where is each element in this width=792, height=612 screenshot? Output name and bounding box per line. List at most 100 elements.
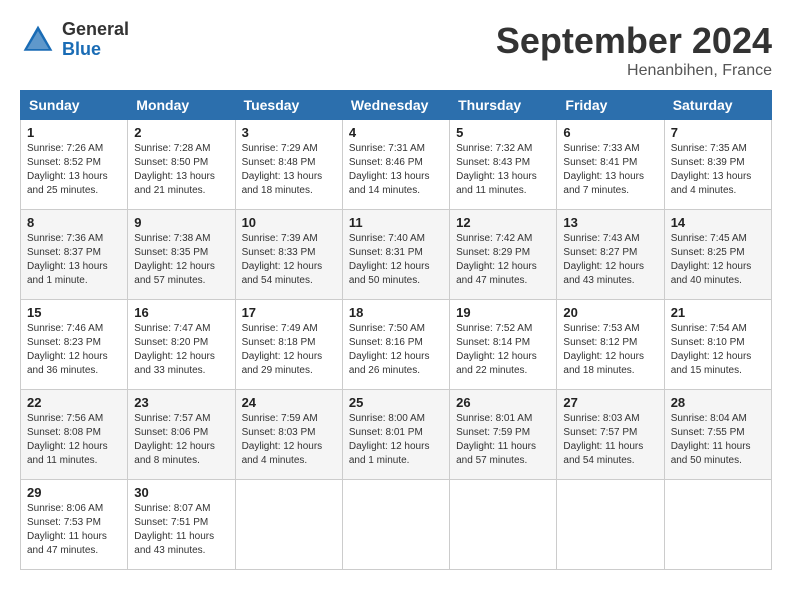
calendar-week-row: 8 Sunrise: 7:36 AM Sunset: 8:37 PM Daylig…	[21, 210, 772, 300]
day-info: Sunrise: 7:49 AM Sunset: 8:18 PM Dayligh…	[242, 322, 336, 378]
calendar-day-cell: 8 Sunrise: 7:36 AM Sunset: 8:37 PM Daylig…	[21, 210, 128, 300]
calendar-day-cell: 28Sunrise: 8:04 AM Sunset: 7:55 PM Dayli…	[664, 390, 771, 480]
day-info: Sunrise: 7:43 AM Sunset: 8:27 PM Dayligh…	[563, 232, 657, 288]
day-number: 14	[671, 215, 765, 230]
day-number: 18	[349, 305, 443, 320]
day-number: 25	[349, 395, 443, 410]
month-title: September 2024	[496, 20, 772, 62]
calendar-day-cell: 11 Sunrise: 7:40 AM Sunset: 8:31 PM Dayli…	[342, 210, 449, 300]
calendar-day-cell: 25 Sunrise: 8:00 AM Sunset: 8:01 PM Dayli…	[342, 390, 449, 480]
day-info: Sunrise: 8:01 AM Sunset: 7:59 PM Dayligh…	[456, 412, 550, 468]
calendar-day-cell: 6 Sunrise: 7:33 AM Sunset: 8:41 PM Daylig…	[557, 120, 664, 210]
day-number: 2	[134, 125, 228, 140]
empty-cell	[557, 480, 664, 570]
day-info: Sunrise: 7:50 AM Sunset: 8:16 PM Dayligh…	[349, 322, 443, 378]
day-info: Sunrise: 7:46 AM Sunset: 8:23 PM Dayligh…	[27, 322, 121, 378]
calendar-week-row: 15 Sunrise: 7:46 AM Sunset: 8:23 PM Dayli…	[21, 300, 772, 390]
location: Henanbihen, France	[496, 62, 772, 80]
day-info: Sunrise: 7:36 AM Sunset: 8:37 PM Dayligh…	[27, 232, 121, 288]
day-info: Sunrise: 7:42 AM Sunset: 8:29 PM Dayligh…	[456, 232, 550, 288]
page-header: General Blue September 2024 Henanbihen, …	[20, 20, 772, 80]
calendar-day-cell: 9 Sunrise: 7:38 AM Sunset: 8:35 PM Daylig…	[128, 210, 235, 300]
day-number: 28	[671, 395, 765, 410]
calendar-week-row: 1Sunrise: 7:26 AM Sunset: 8:52 PM Daylig…	[21, 120, 772, 210]
col-wednesday: Wednesday	[342, 91, 449, 120]
day-number: 20	[563, 305, 657, 320]
col-monday: Monday	[128, 91, 235, 120]
day-info: Sunrise: 7:28 AM Sunset: 8:50 PM Dayligh…	[134, 142, 228, 198]
day-info: Sunrise: 7:47 AM Sunset: 8:20 PM Dayligh…	[134, 322, 228, 378]
logo: General Blue	[20, 20, 129, 60]
empty-cell	[342, 480, 449, 570]
calendar-day-cell: 7Sunrise: 7:35 AM Sunset: 8:39 PM Daylig…	[664, 120, 771, 210]
day-info: Sunrise: 7:54 AM Sunset: 8:10 PM Dayligh…	[671, 322, 765, 378]
calendar-week-row: 29 Sunrise: 8:06 AM Sunset: 7:53 PM Dayli…	[21, 480, 772, 570]
day-info: Sunrise: 7:53 AM Sunset: 8:12 PM Dayligh…	[563, 322, 657, 378]
day-number: 8	[27, 215, 121, 230]
calendar-day-cell: 4 Sunrise: 7:31 AM Sunset: 8:46 PM Daylig…	[342, 120, 449, 210]
day-info: Sunrise: 7:40 AM Sunset: 8:31 PM Dayligh…	[349, 232, 443, 288]
title-block: September 2024 Henanbihen, France	[496, 20, 772, 80]
calendar-day-cell: 21Sunrise: 7:54 AM Sunset: 8:10 PM Dayli…	[664, 300, 771, 390]
calendar-day-cell: 15 Sunrise: 7:46 AM Sunset: 8:23 PM Dayli…	[21, 300, 128, 390]
day-info: Sunrise: 7:33 AM Sunset: 8:41 PM Dayligh…	[563, 142, 657, 198]
calendar-day-cell: 12 Sunrise: 7:42 AM Sunset: 8:29 PM Dayli…	[450, 210, 557, 300]
calendar-day-cell: 16 Sunrise: 7:47 AM Sunset: 8:20 PM Dayli…	[128, 300, 235, 390]
col-saturday: Saturday	[664, 91, 771, 120]
day-number: 12	[456, 215, 550, 230]
calendar-day-cell: 27 Sunrise: 8:03 AM Sunset: 7:57 PM Dayli…	[557, 390, 664, 480]
day-info: Sunrise: 7:59 AM Sunset: 8:03 PM Dayligh…	[242, 412, 336, 468]
calendar-day-cell: 17 Sunrise: 7:49 AM Sunset: 8:18 PM Dayli…	[235, 300, 342, 390]
calendar-day-cell: 29 Sunrise: 8:06 AM Sunset: 7:53 PM Dayli…	[21, 480, 128, 570]
day-info: Sunrise: 7:38 AM Sunset: 8:35 PM Dayligh…	[134, 232, 228, 288]
day-number: 3	[242, 125, 336, 140]
day-number: 4	[349, 125, 443, 140]
calendar-table: Sunday Monday Tuesday Wednesday Thursday…	[20, 90, 772, 570]
calendar-day-cell: 3 Sunrise: 7:29 AM Sunset: 8:48 PM Daylig…	[235, 120, 342, 210]
day-number: 15	[27, 305, 121, 320]
day-number: 27	[563, 395, 657, 410]
day-info: Sunrise: 7:31 AM Sunset: 8:46 PM Dayligh…	[349, 142, 443, 198]
day-number: 19	[456, 305, 550, 320]
day-info: Sunrise: 8:03 AM Sunset: 7:57 PM Dayligh…	[563, 412, 657, 468]
empty-cell	[450, 480, 557, 570]
day-number: 1	[27, 125, 121, 140]
day-number: 6	[563, 125, 657, 140]
day-number: 22	[27, 395, 121, 410]
calendar-day-cell: 1Sunrise: 7:26 AM Sunset: 8:52 PM Daylig…	[21, 120, 128, 210]
calendar-day-cell: 30Sunrise: 8:07 AM Sunset: 7:51 PM Dayli…	[128, 480, 235, 570]
day-info: Sunrise: 7:45 AM Sunset: 8:25 PM Dayligh…	[671, 232, 765, 288]
day-info: Sunrise: 8:00 AM Sunset: 8:01 PM Dayligh…	[349, 412, 443, 468]
day-number: 5	[456, 125, 550, 140]
day-info: Sunrise: 8:07 AM Sunset: 7:51 PM Dayligh…	[134, 502, 228, 558]
day-number: 11	[349, 215, 443, 230]
day-info: Sunrise: 7:29 AM Sunset: 8:48 PM Dayligh…	[242, 142, 336, 198]
day-number: 9	[134, 215, 228, 230]
day-info: Sunrise: 8:06 AM Sunset: 7:53 PM Dayligh…	[27, 502, 121, 558]
col-sunday: Sunday	[21, 91, 128, 120]
logo-general-text: General	[62, 20, 129, 40]
col-friday: Friday	[557, 91, 664, 120]
day-info: Sunrise: 7:57 AM Sunset: 8:06 PM Dayligh…	[134, 412, 228, 468]
day-number: 16	[134, 305, 228, 320]
day-number: 23	[134, 395, 228, 410]
day-info: Sunrise: 7:35 AM Sunset: 8:39 PM Dayligh…	[671, 142, 765, 198]
day-number: 26	[456, 395, 550, 410]
calendar-day-cell: 22 Sunrise: 7:56 AM Sunset: 8:08 PM Dayli…	[21, 390, 128, 480]
col-thursday: Thursday	[450, 91, 557, 120]
logo-text: General Blue	[62, 20, 129, 60]
calendar-week-row: 22 Sunrise: 7:56 AM Sunset: 8:08 PM Dayli…	[21, 390, 772, 480]
day-number: 17	[242, 305, 336, 320]
calendar-day-cell: 23 Sunrise: 7:57 AM Sunset: 8:06 PM Dayli…	[128, 390, 235, 480]
empty-cell	[664, 480, 771, 570]
calendar-day-cell: 20 Sunrise: 7:53 AM Sunset: 8:12 PM Dayli…	[557, 300, 664, 390]
calendar-header-row: Sunday Monday Tuesday Wednesday Thursday…	[21, 91, 772, 120]
day-number: 13	[563, 215, 657, 230]
calendar-day-cell: 19 Sunrise: 7:52 AM Sunset: 8:14 PM Dayli…	[450, 300, 557, 390]
day-info: Sunrise: 7:52 AM Sunset: 8:14 PM Dayligh…	[456, 322, 550, 378]
calendar-day-cell: 24Sunrise: 7:59 AM Sunset: 8:03 PM Dayli…	[235, 390, 342, 480]
day-number: 29	[27, 485, 121, 500]
calendar-day-cell: 2 Sunrise: 7:28 AM Sunset: 8:50 PM Daylig…	[128, 120, 235, 210]
day-info: Sunrise: 7:56 AM Sunset: 8:08 PM Dayligh…	[27, 412, 121, 468]
col-tuesday: Tuesday	[235, 91, 342, 120]
